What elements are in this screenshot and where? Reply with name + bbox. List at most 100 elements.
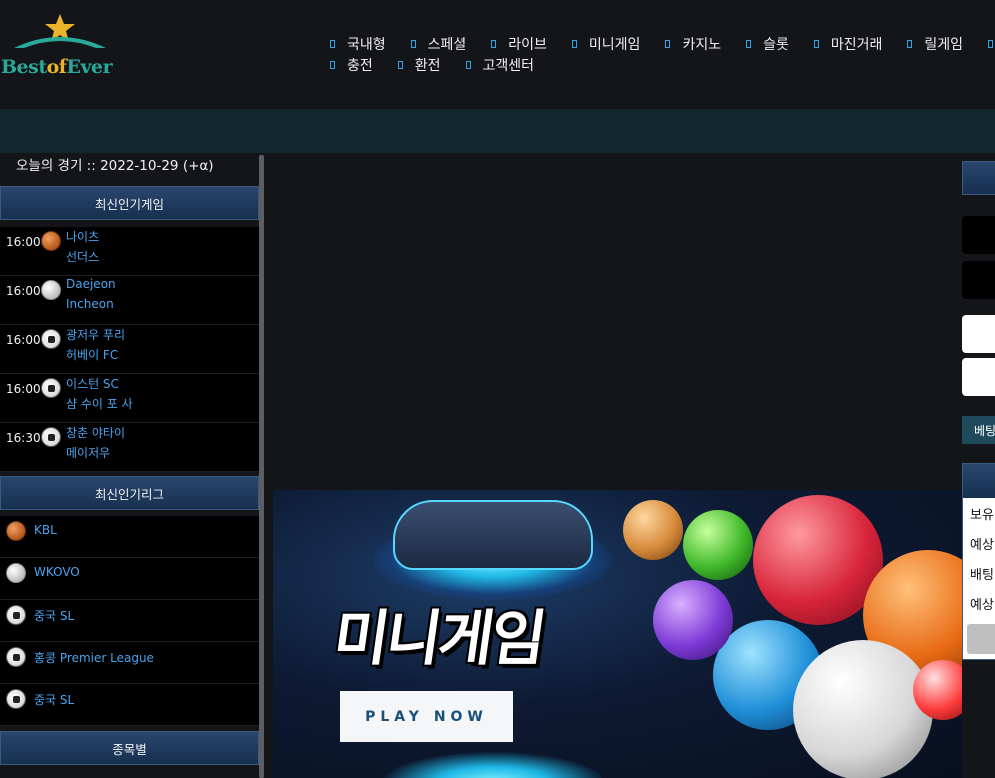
game-time: 16:00 (6, 333, 41, 347)
league-row[interactable]: KBL (0, 516, 259, 558)
soccer-ball-icon (6, 689, 26, 709)
lotto-ball-image (683, 510, 753, 580)
league-row[interactable]: WKOVO (0, 558, 259, 600)
bet-slip-line: 보유 (970, 508, 994, 523)
lotto-ball-image (793, 640, 933, 778)
bet-slip-line: 예상 (970, 538, 994, 553)
league-name: WKOVO (34, 565, 80, 579)
home-team[interactable]: 나이츠 (66, 228, 99, 245)
nav-reel-game[interactable]: 릴게임 (902, 33, 963, 54)
bet-slip-panel: 보유 예상 배팅 예상 (962, 463, 995, 660)
nav-bullet-icon (465, 60, 471, 69)
nav-bullet-icon (571, 39, 577, 48)
away-team[interactable]: 메이저우 (66, 444, 110, 461)
league-name: 홍콩 Premier League (34, 651, 154, 665)
nav-bullet-icon (746, 39, 752, 48)
volleyball-icon (6, 563, 26, 583)
main-nav: 국내형 스페셜 라이브 미니게임 카지노 슬롯 마진거래 릴게임 경 충전 환전… (325, 33, 995, 75)
header-band (0, 109, 995, 153)
nav-bullet-icon (397, 60, 403, 69)
away-team[interactable]: 허베이 FC (66, 346, 118, 363)
game-time: 16:00 (6, 382, 41, 396)
nav-minigame[interactable]: 미니게임 (567, 33, 640, 54)
game-row[interactable]: 16:00 이스턴 SC 샴 수이 포 사 (0, 374, 259, 423)
glow-ring-bottom-image (383, 752, 603, 778)
game-row[interactable]: 16:30 창춘 야타이 메이저우 (0, 423, 259, 472)
nav-row-1: 국내형 스페셜 라이브 미니게임 카지노 슬롯 마진거래 릴게임 경 (325, 33, 995, 54)
logo-text: BestofEver (1, 56, 113, 78)
league-row[interactable]: 중국 SL (0, 684, 259, 726)
nav-withdraw[interactable]: 환전 (393, 54, 441, 75)
nav-row-2: 충전 환전 고객센터 (325, 54, 995, 75)
home-team[interactable]: 이스턴 SC (66, 375, 119, 392)
right-panel-field[interactable] (962, 315, 995, 353)
by-sport-header: 종목별 (0, 731, 259, 765)
play-now-button[interactable]: PLAY NOW (340, 691, 513, 742)
game-time: 16:30 (6, 431, 41, 445)
popular-games-list: 16:00 나이츠 선더스 16:00 Daejeon Incheon 16:0… (0, 227, 259, 472)
soccer-ball-icon (6, 647, 26, 667)
bet-slip-line: 예상 (970, 598, 994, 613)
popular-games-header: 최신인기게임 (0, 186, 259, 220)
bet-slip-button[interactable] (967, 624, 995, 654)
basketball-icon (6, 521, 26, 541)
nav-bullet-icon (491, 39, 497, 48)
nav-bullet-icon (410, 39, 416, 48)
bet-slip-line: 배팅 (970, 568, 994, 583)
banner-title: 미니게임 (329, 604, 548, 674)
site-logo[interactable]: BestofEver (0, 12, 120, 78)
nav-bullet-icon (330, 60, 335, 69)
nav-live[interactable]: 라이브 (486, 33, 547, 54)
nav-margin-trade[interactable]: 마진거래 (809, 33, 882, 54)
league-name: KBL (34, 523, 57, 537)
nav-special[interactable]: 스페셜 (406, 33, 466, 54)
soccer-ball-icon (41, 329, 61, 349)
soccer-ball-icon (41, 427, 61, 447)
popular-leagues-list: KBL WKOVO 중국 SL 홍콩 Premier League 중국 SL (0, 516, 259, 726)
soccer-ball-icon (6, 605, 26, 625)
nav-bullet-icon (907, 39, 913, 48)
right-panel-input[interactable] (962, 261, 995, 299)
game-time: 16:00 (6, 284, 41, 298)
game-row[interactable]: 16:00 나이츠 선더스 (0, 227, 259, 276)
nav-bullet-icon (988, 39, 994, 48)
nav-bullet-icon (813, 39, 819, 48)
nav-bullet-icon (330, 39, 335, 48)
sidebar-scrollbar[interactable] (259, 155, 264, 778)
right-panel-field[interactable] (962, 358, 995, 396)
nav-casino[interactable]: 카지노 (660, 33, 721, 54)
site-header: BestofEver 국내형 스페셜 라이브 미니게임 카지노 슬롯 마진거래 … (0, 0, 995, 109)
lotto-ball-image (623, 500, 683, 560)
home-team[interactable]: Daejeon (66, 277, 116, 291)
league-name: 중국 SL (34, 693, 75, 707)
bet-slip-header (963, 464, 995, 498)
game-row[interactable]: 16:00 광저우 푸리 허베이 FC (0, 325, 259, 374)
game-row[interactable]: 16:00 Daejeon Incheon (0, 276, 259, 325)
today-date-label: 오늘의 경기 :: 2022-10-29 (+α) (16, 158, 214, 174)
home-team[interactable]: 창춘 야타이 (66, 424, 125, 441)
volleyball-icon (41, 280, 61, 300)
nav-domestic[interactable]: 국내형 (325, 33, 386, 54)
nav-more[interactable]: 경 (983, 33, 995, 54)
right-panel-input[interactable] (962, 216, 995, 254)
soccer-ball-icon (41, 378, 61, 398)
nav-deposit[interactable]: 충전 (325, 54, 373, 75)
minigame-banner[interactable]: 미니게임 PLAY NOW (273, 490, 962, 778)
betting-tab[interactable]: 베팅 (962, 416, 995, 444)
game-time: 16:00 (6, 235, 41, 249)
popular-leagues-header: 최신인기리그 (0, 476, 259, 510)
nav-slot[interactable]: 슬롯 (741, 33, 789, 54)
nav-support[interactable]: 고객센터 (461, 54, 534, 75)
away-team[interactable]: 선더스 (66, 248, 99, 265)
away-team[interactable]: 샴 수이 포 사 (66, 395, 133, 412)
nav-bullet-icon (665, 39, 671, 48)
away-team[interactable]: Incheon (66, 297, 114, 311)
home-team[interactable]: 광저우 푸리 (66, 326, 125, 343)
league-row[interactable]: 중국 SL (0, 600, 259, 642)
lotto-machine-image (393, 500, 593, 570)
right-panel-header (962, 161, 995, 195)
lotto-ball-image (653, 580, 733, 660)
league-row[interactable]: 홍콩 Premier League (0, 642, 259, 684)
basketball-icon (41, 231, 61, 251)
league-name: 중국 SL (34, 609, 75, 623)
